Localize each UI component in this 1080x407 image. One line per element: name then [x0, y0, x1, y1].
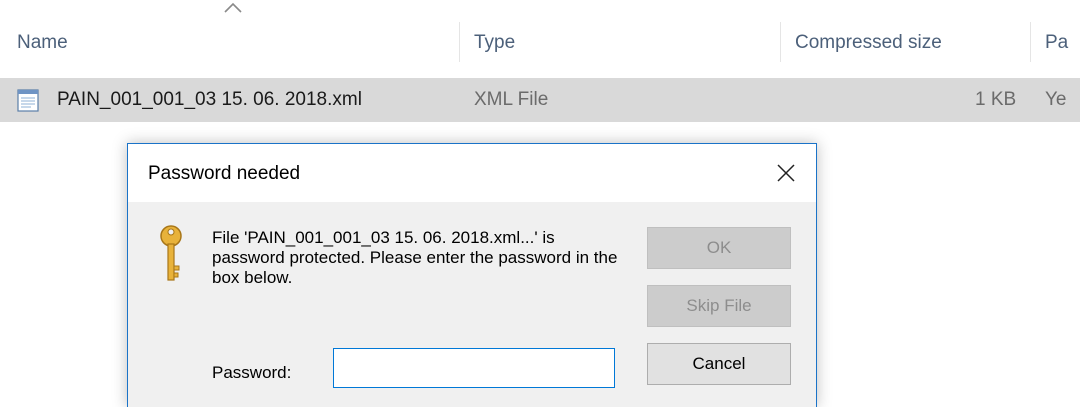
password-dialog: Password needed File 'PAIN_001_001_03 15…: [127, 143, 817, 407]
dialog-title-bar[interactable]: Password needed: [128, 144, 816, 202]
file-name: PAIN_001_001_03 15. 06. 2018.xml: [57, 89, 362, 110]
close-icon: [777, 164, 795, 182]
xml-file-icon: [15, 87, 41, 113]
column-header-name-label: Name: [17, 32, 68, 53]
column-header-password[interactable]: Pa: [1031, 0, 1080, 76]
column-header-type[interactable]: Type: [460, 0, 780, 76]
key-icon: [158, 222, 184, 291]
cancel-button[interactable]: Cancel: [647, 343, 791, 385]
column-header-type-label: Type: [474, 32, 516, 53]
column-header-password-label: Pa: [1045, 32, 1069, 53]
dialog-title: Password needed: [148, 163, 301, 184]
password-label: Password:: [212, 363, 292, 382]
column-header-bar: Name Type Compressed size Pa: [0, 0, 1080, 76]
ok-button[interactable]: OK: [647, 227, 791, 269]
column-header-name[interactable]: Name: [0, 0, 470, 76]
file-type: XML File: [474, 89, 549, 110]
file-password-protected: Ye: [1045, 89, 1067, 110]
password-input[interactable]: [333, 348, 615, 388]
skip-file-button[interactable]: Skip File: [647, 285, 791, 327]
table-row[interactable]: PAIN_001_001_03 15. 06. 2018.xml XML Fil…: [0, 78, 1080, 122]
dialog-message: File 'PAIN_001_001_03 15. 06. 2018.xml..…: [212, 228, 618, 287]
column-header-compressed-size-label: Compressed size: [795, 32, 942, 53]
column-header-compressed-size[interactable]: Compressed size: [781, 0, 1021, 76]
close-button[interactable]: [756, 144, 816, 202]
file-compressed-size: 1 KB: [975, 89, 1017, 110]
